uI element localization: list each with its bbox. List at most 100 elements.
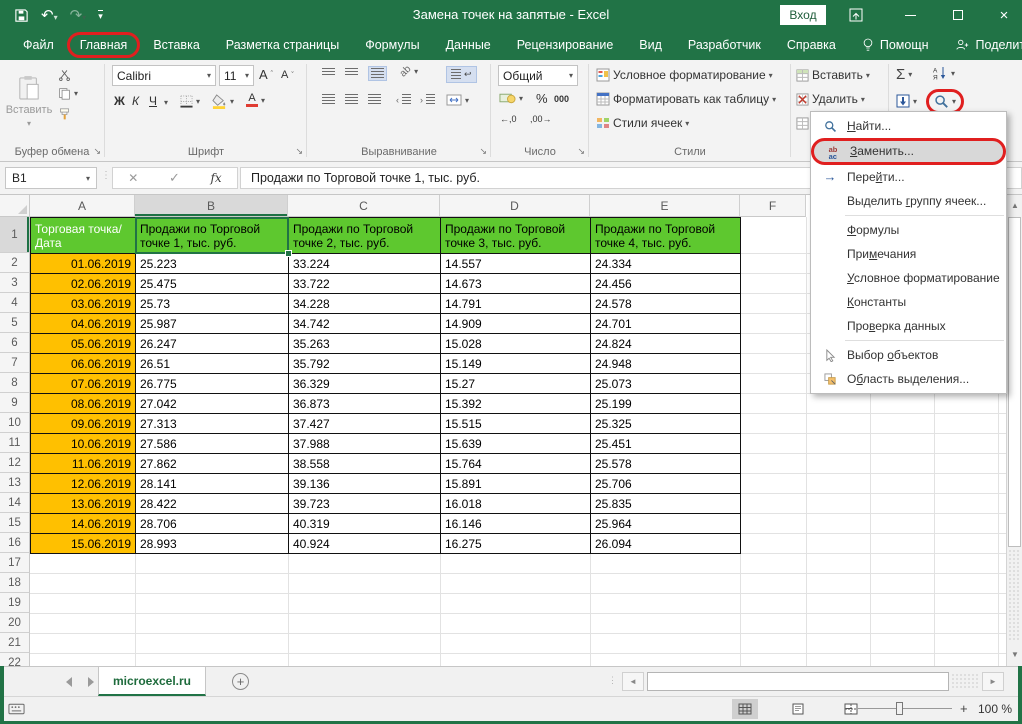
cell[interactable]: 38.558 xyxy=(289,454,441,474)
align-left-icon[interactable] xyxy=(322,94,335,105)
row-header-16[interactable]: 16 xyxy=(0,533,30,553)
column-header-B[interactable]: B xyxy=(135,195,288,217)
h-scroll-track[interactable] xyxy=(951,673,979,690)
next-sheet-icon[interactable] xyxy=(88,677,94,687)
font-size-combo[interactable]: 11▾ xyxy=(219,65,254,86)
cell[interactable]: 01.06.2019 xyxy=(31,254,136,274)
cell[interactable]: 28.706 xyxy=(136,514,289,534)
align-bottom-icon[interactable] xyxy=(368,66,387,81)
cell[interactable]: 05.06.2019 xyxy=(31,334,136,354)
cell[interactable]: 25.073 xyxy=(591,374,741,394)
row-header-21[interactable]: 21 xyxy=(0,633,30,653)
column-header-C[interactable]: C xyxy=(288,195,440,217)
save-icon[interactable] xyxy=(14,8,29,23)
ribbon-tab-7[interactable]: Вид xyxy=(626,33,675,57)
menu-item-select-group-of-cells[interactable]: Выделить группу ячеек... xyxy=(811,189,1006,213)
enter-icon[interactable]: ✓ xyxy=(169,170,180,186)
cell[interactable]: 25.835 xyxy=(591,494,741,514)
menu-item-find[interactable]: Найти... xyxy=(811,114,1006,138)
row-header-20[interactable]: 20 xyxy=(0,613,30,633)
header-cell[interactable]: Продажи по Торговой точке 1, тыс. руб. xyxy=(136,218,289,254)
cell[interactable]: 15.639 xyxy=(441,434,591,454)
scroll-down-icon[interactable]: ▼ xyxy=(1007,645,1022,663)
cell[interactable]: 27.313 xyxy=(136,414,289,434)
select-all-corner[interactable] xyxy=(0,195,30,217)
cancel-icon[interactable]: ✕ xyxy=(128,171,138,185)
menu-item-constants[interactable]: Константы xyxy=(811,290,1006,314)
scroll-left-icon[interactable]: ◄ xyxy=(622,672,644,691)
cell[interactable]: 25.475 xyxy=(136,274,289,294)
header-cell[interactable]: Продажи по Торговой точке 4, тыс. руб. xyxy=(591,218,741,254)
row-header-22[interactable]: 22 xyxy=(0,653,30,666)
conditional-formatting-button[interactable]: Условное форматирование▾ xyxy=(596,68,773,82)
cell[interactable]: 26.51 xyxy=(136,354,289,374)
cell[interactable]: 16.146 xyxy=(441,514,591,534)
align-middle-icon[interactable] xyxy=(345,68,358,77)
sign-in-button[interactable]: Вход xyxy=(780,5,826,25)
format-painter-button[interactable] xyxy=(58,108,71,121)
cell[interactable]: 36.873 xyxy=(289,394,441,414)
cell[interactable]: 26.247 xyxy=(136,334,289,354)
cell[interactable]: 14.06.2019 xyxy=(31,514,136,534)
merge-center-button[interactable]: ▾ xyxy=(446,94,469,106)
insert-function-icon[interactable]: fx xyxy=(210,171,221,185)
row-header-15[interactable]: 15 xyxy=(0,513,30,533)
header-cell[interactable]: Торговая точка/Дата xyxy=(31,218,136,254)
cell[interactable]: 25.451 xyxy=(591,434,741,454)
bold-button[interactable]: Ж xyxy=(114,94,125,108)
align-right-icon[interactable] xyxy=(368,94,381,105)
ribbon-tab-2[interactable]: Вставка xyxy=(140,33,212,57)
ribbon-tab-1[interactable]: Главная xyxy=(67,32,141,58)
paste-button[interactable]: Вставить ▾ xyxy=(6,64,52,138)
cell[interactable]: 39.723 xyxy=(289,494,441,514)
italic-button[interactable]: К xyxy=(132,94,139,108)
ribbon-tab-11[interactable]: Поделиться xyxy=(942,33,1022,57)
column-header-A[interactable]: A xyxy=(30,195,135,217)
delete-cells-button[interactable]: Удалить▾ xyxy=(796,92,865,106)
cell[interactable]: 03.06.2019 xyxy=(31,294,136,314)
cell[interactable]: 33.722 xyxy=(289,274,441,294)
cell[interactable]: 25.223 xyxy=(136,254,289,274)
cell[interactable]: 24.701 xyxy=(591,314,741,334)
normal-view-button[interactable] xyxy=(732,699,758,719)
menu-item-selection-pane[interactable]: Область выделения... xyxy=(811,367,1006,391)
cell[interactable]: 25.73 xyxy=(136,294,289,314)
cell[interactable]: 25.987 xyxy=(136,314,289,334)
scroll-right-icon[interactable]: ► xyxy=(982,672,1004,691)
cell[interactable]: 24.334 xyxy=(591,254,741,274)
menu-item-goto[interactable]: →Перейти... xyxy=(811,165,1006,189)
cell[interactable]: 39.136 xyxy=(289,474,441,494)
zoom-in-icon[interactable]: + xyxy=(960,701,968,716)
number-format-combo[interactable]: Общий▾ xyxy=(498,65,578,86)
menu-item-data-validation[interactable]: Проверка данных xyxy=(811,314,1006,338)
sheet-tab[interactable]: microexcel.ru xyxy=(98,667,206,696)
close-button[interactable]: × xyxy=(990,0,1018,30)
row-header-5[interactable]: 5 xyxy=(0,313,30,333)
cell[interactable]: 28.141 xyxy=(136,474,289,494)
cell[interactable]: 25.964 xyxy=(591,514,741,534)
vertical-scrollbar[interactable]: ▲ ▼ xyxy=(1006,195,1022,666)
cell[interactable]: 33.224 xyxy=(289,254,441,274)
accessibility-status-icon[interactable] xyxy=(8,703,25,715)
ribbon-tab-6[interactable]: Рецензирование xyxy=(504,33,627,57)
percent-style-icon[interactable]: % xyxy=(536,91,548,106)
cell[interactable]: 11.06.2019 xyxy=(31,454,136,474)
menu-item-formulas[interactable]: Формулы xyxy=(811,218,1006,242)
new-sheet-button[interactable]: + xyxy=(232,673,249,690)
header-cell[interactable]: Продажи по Торговой точке 2, тыс. руб. xyxy=(289,218,441,254)
row-header-18[interactable]: 18 xyxy=(0,573,30,593)
cell[interactable]: 24.824 xyxy=(591,334,741,354)
format-cells-icon[interactable] xyxy=(796,117,809,130)
underline-caret[interactable]: ▾ xyxy=(164,98,168,107)
cell[interactable]: 10.06.2019 xyxy=(31,434,136,454)
cell[interactable]: 24.456 xyxy=(591,274,741,294)
find-select-button[interactable]: ▾ xyxy=(934,94,956,109)
font-dialog-launcher-icon[interactable]: ↘ xyxy=(295,147,303,156)
cell[interactable]: 15.515 xyxy=(441,414,591,434)
cell[interactable]: 25.325 xyxy=(591,414,741,434)
borders-button[interactable]: ▾ xyxy=(180,95,200,108)
cell[interactable]: 15.27 xyxy=(441,374,591,394)
copy-button[interactable]: ▾ xyxy=(58,87,78,100)
cell[interactable]: 15.149 xyxy=(441,354,591,374)
row-header-1[interactable]: 1 xyxy=(0,217,30,253)
